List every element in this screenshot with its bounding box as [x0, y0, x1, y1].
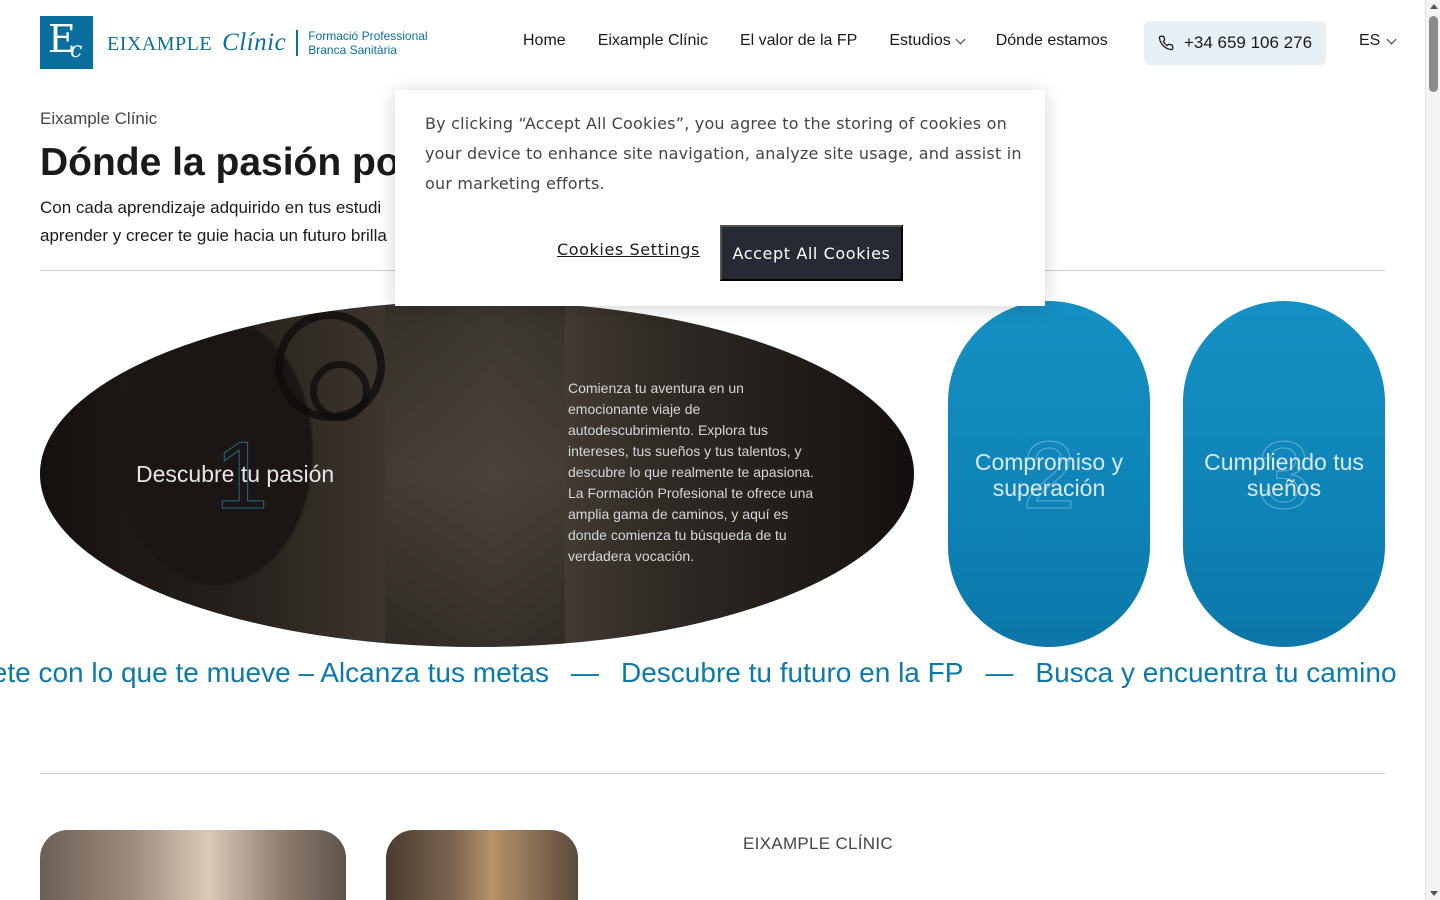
hero-description: Con cada aprendizaje adquirido en tus es…: [40, 198, 387, 245]
marquee-item: Descubre tu futuro en la FP: [621, 657, 964, 688]
hero-title: Dónde la pasión por: [40, 141, 415, 184]
cookie-text: By clicking “Accept All Cookies”, you ag…: [425, 114, 1022, 193]
cookie-banner: By clicking “Accept All Cookies”, you ag…: [395, 90, 1045, 306]
logo[interactable]: E c EIXAMPLE Clínic Formació Professiona…: [40, 16, 428, 69]
card-cumpliendo[interactable]: 3 Cumpliendo tus sueños: [1183, 301, 1385, 647]
hero-eyebrow: Eixample Clínic: [40, 109, 158, 128]
phone-button[interactable]: +34 659 106 276: [1144, 21, 1326, 65]
nav-valor-fp[interactable]: El valor de la FP: [740, 32, 857, 50]
marquee-item: stete con lo que te mueve – Alcanza tus …: [0, 657, 550, 688]
brand-eixample: EIXAMPLE: [107, 32, 213, 55]
logo-separator: [296, 29, 299, 56]
logo-wordmark: EIXAMPLE Clínic: [107, 29, 286, 57]
card-title: Compromiso y superación: [974, 449, 1124, 501]
site-header: E c EIXAMPLE Clínic Formació Professiona…: [0, 0, 1425, 85]
marquee-track: stete con lo que te mueve – Alcanza tus …: [0, 657, 1397, 689]
cookies-settings-link[interactable]: Cookies Settings: [557, 240, 700, 259]
phone-number: +34 659 106 276: [1183, 33, 1313, 52]
logo-subtitle-line-2: Branca Sanitària: [308, 42, 397, 57]
main-nav: Home Eixample Clínic El valor de la FP E…: [523, 32, 1108, 50]
marquee-item: Busca y encuentra tu camino: [1035, 657, 1397, 688]
phone-icon: [1158, 35, 1174, 51]
nav-home[interactable]: Home: [523, 32, 566, 50]
language-selector[interactable]: ES: [1359, 32, 1397, 50]
logo-subtitle: Formació Professional Branca Sanitària: [308, 29, 427, 57]
language-label: ES: [1359, 32, 1381, 49]
scroll-thumb[interactable]: [1429, 16, 1438, 92]
divider: [40, 773, 1385, 774]
card-title: Descubre tu pasión: [136, 461, 335, 487]
card-title: Cumpliendo tus sueños: [1204, 449, 1364, 501]
section-image-classroom: [386, 830, 578, 900]
section-image-students: [40, 830, 346, 900]
scroll-up-arrow-icon[interactable]: [1430, 4, 1438, 9]
logo-subtitle-line-1: Formació Professional: [308, 28, 428, 43]
card-compromiso[interactable]: 2 Compromiso y superación: [948, 301, 1150, 647]
nav-donde-estamos[interactable]: Dónde estamos: [996, 32, 1108, 50]
card-text: Comienza tu aventura en un emocionante v…: [568, 380, 814, 564]
scrollbar[interactable]: [1425, 0, 1440, 900]
nav-eixample-clinic[interactable]: Eixample Clínic: [598, 32, 708, 50]
logo-mark-c: c: [70, 38, 83, 63]
marquee: stete con lo que te mueve – Alcanza tus …: [0, 655, 1425, 695]
card-descubre-pasion[interactable]: 1 Descubre tu pasión Comienza tu aventur…: [40, 301, 914, 647]
chevron-down-icon: [1386, 34, 1397, 44]
accept-all-cookies-button[interactable]: Accept All Cookies: [720, 225, 903, 281]
marquee-separator: —: [571, 657, 600, 688]
brand-clinic: Clínic: [222, 28, 287, 56]
nav-estudios-label: Estudios: [889, 32, 951, 49]
section-eyebrow: EIXAMPLE CLÍNIC: [743, 834, 893, 853]
logo-mark: E c: [40, 16, 93, 69]
scroll-down-arrow-icon[interactable]: [1430, 891, 1438, 896]
chevron-down-icon: [955, 34, 966, 44]
marquee-separator: —: [985, 657, 1014, 688]
nav-estudios[interactable]: Estudios: [889, 32, 966, 50]
